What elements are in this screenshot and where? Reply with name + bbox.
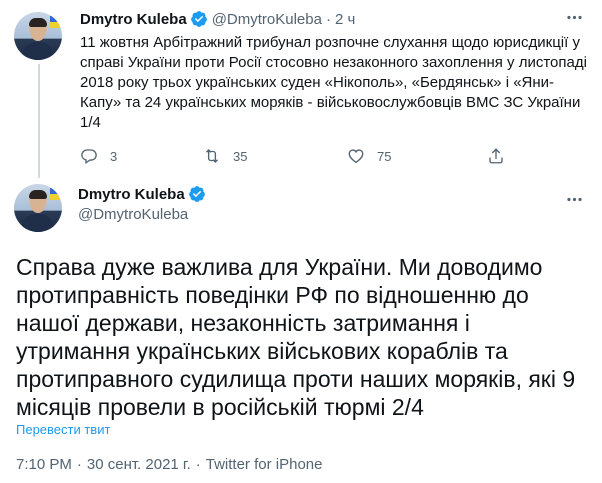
tweet-parent[interactable]: Dmytro Kuleba @DmytroKuleba · 2 ч 11 жов… xyxy=(0,0,602,178)
flag-icon xyxy=(50,188,60,200)
author-name[interactable]: Dmytro Kuleba xyxy=(80,11,187,28)
tweet-header: Dmytro Kuleba @DmytroKuleba · 2 ч xyxy=(80,10,355,28)
author-handle[interactable]: @DmytroKuleba xyxy=(78,206,210,223)
like-count: 75 xyxy=(377,148,392,164)
flag-icon xyxy=(50,16,60,28)
avatar[interactable] xyxy=(14,184,62,232)
avatar-hair xyxy=(29,190,47,199)
retweet-button[interactable]: 35 xyxy=(203,147,247,165)
avatar-hair xyxy=(29,18,47,27)
more-icon[interactable] xyxy=(565,190,584,214)
author-handle[interactable]: @DmytroKuleba xyxy=(212,11,322,28)
verified-badge-icon xyxy=(190,11,207,27)
tweet-date[interactable]: 30 сент. 2021 г. xyxy=(87,456,191,473)
like-icon xyxy=(348,149,364,164)
translate-tweet-link[interactable]: Перевести твит xyxy=(16,422,110,437)
avatar-suit xyxy=(22,214,54,232)
reply-count: 3 xyxy=(110,148,118,164)
author-name[interactable]: Dmytro Kuleba xyxy=(78,186,185,203)
thread-connector-line xyxy=(38,64,40,178)
tweet-metadata: 7:10 PM · 30 сент. 2021 г. · Twitter for iPh… xyxy=(16,456,322,473)
retweet-icon xyxy=(205,149,219,163)
tweet-source[interactable]: Twitter for iPhone xyxy=(206,456,323,473)
verified-badge-icon xyxy=(188,186,205,202)
tweet-time[interactable]: 2 ч xyxy=(335,11,355,28)
avatar[interactable] xyxy=(14,12,62,60)
retweet-count: 35 xyxy=(233,148,248,164)
avatar-suit xyxy=(22,42,54,60)
separator-dot: · xyxy=(325,10,331,28)
like-button[interactable]: 75 xyxy=(347,147,391,165)
tweet-actions: 3 35 75 xyxy=(80,146,510,166)
share-icon xyxy=(489,148,503,164)
reply-icon xyxy=(81,149,97,165)
tweet-text: Справа дуже важлива для України. Ми дово… xyxy=(16,254,576,420)
reply-button[interactable]: 3 xyxy=(80,147,117,165)
tweet-text: 11 жовтня Арбітражний трибунал розпочне … xyxy=(80,34,587,131)
tweet-focused: Dmytro Kuleba @DmytroKuleba Справа дуже … xyxy=(0,172,602,483)
more-icon[interactable] xyxy=(565,8,584,32)
tweet-time[interactable]: 7:10 PM xyxy=(16,456,72,473)
separator-dot: · xyxy=(195,456,201,473)
share-button[interactable] xyxy=(487,147,505,165)
tweet-header: Dmytro Kuleba @DmytroKuleba xyxy=(78,185,210,223)
separator-dot: · xyxy=(76,456,82,473)
